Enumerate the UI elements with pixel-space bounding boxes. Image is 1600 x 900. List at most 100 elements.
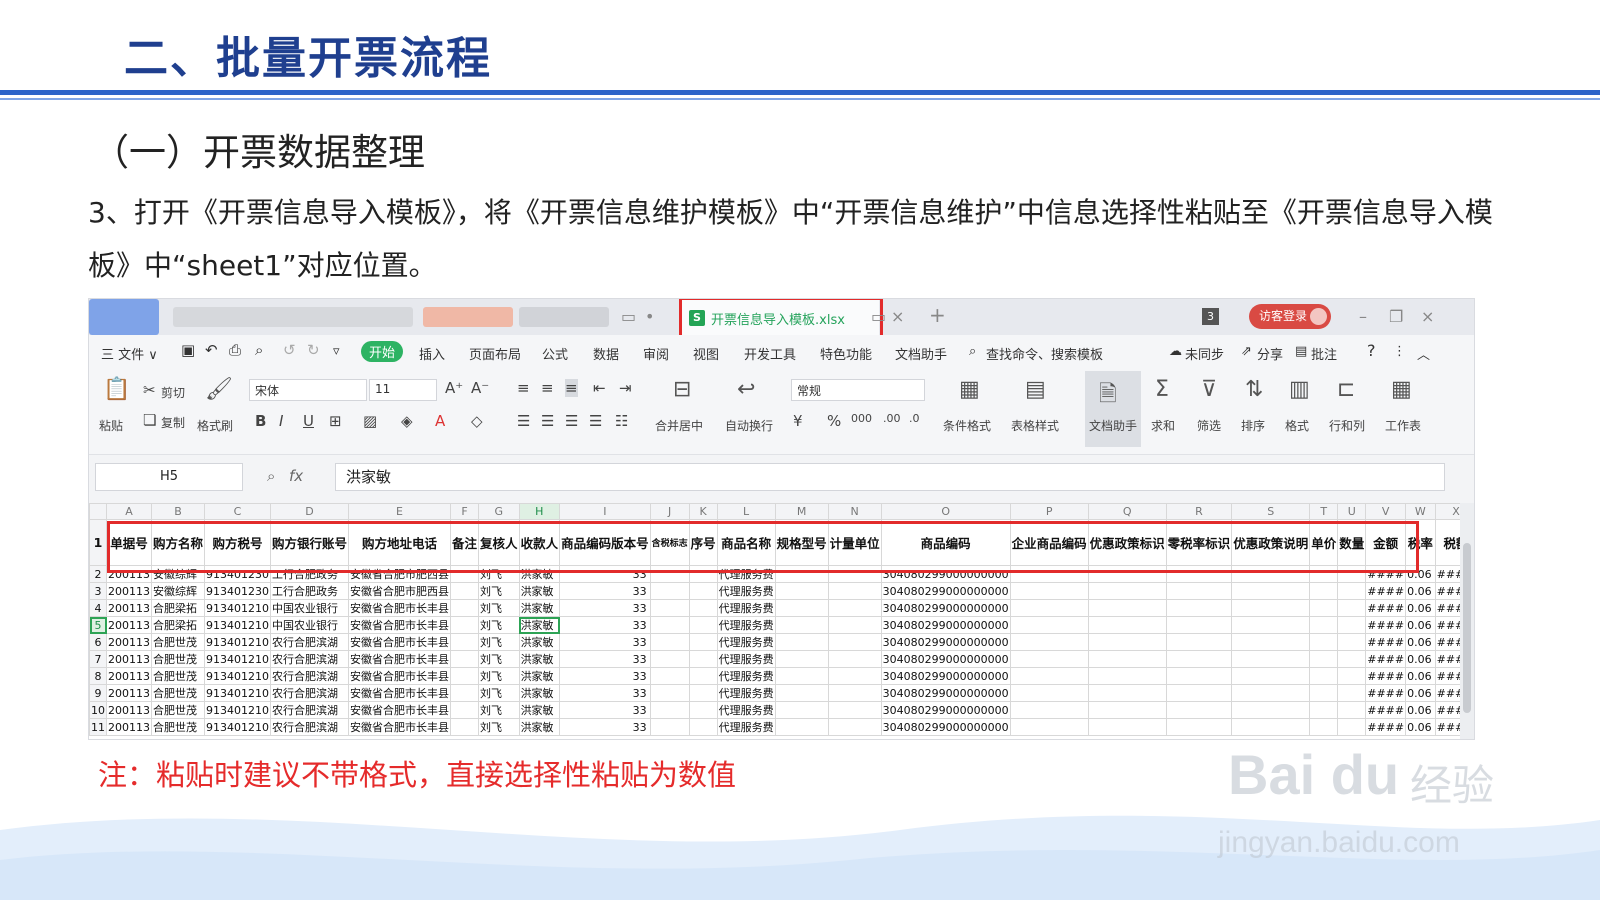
merge-center-icon[interactable]: ⊟ xyxy=(673,377,691,402)
copy-label[interactable]: 复制 xyxy=(161,414,185,431)
data-cell[interactable]: 0.06 xyxy=(1405,718,1436,736)
data-cell[interactable]: 安徽省合肥市长丰县 xyxy=(348,599,452,617)
data-cell[interactable] xyxy=(1009,616,1089,634)
data-cell[interactable] xyxy=(1309,565,1339,583)
data-cell[interactable]: 农行合肥滨湖 xyxy=(270,701,350,719)
format-painter-icon[interactable]: 🖌 xyxy=(205,377,233,402)
column-header-u[interactable]: U xyxy=(1337,503,1367,520)
data-cell[interactable] xyxy=(1337,701,1367,719)
data-cell[interactable] xyxy=(649,616,690,634)
data-cell[interactable]: 913401210 xyxy=(204,633,272,651)
data-cell[interactable]: 913401210 xyxy=(204,684,272,702)
align-left-icon[interactable]: ☰ xyxy=(517,412,530,430)
data-cell[interactable] xyxy=(1165,667,1233,685)
close-tab-icon[interactable]: × xyxy=(891,307,904,326)
data-cell[interactable]: 200113 xyxy=(106,565,152,583)
data-cell[interactable]: 0.06 xyxy=(1405,667,1436,685)
data-cell[interactable]: 913401210 xyxy=(204,718,272,736)
sort-icon[interactable]: ⇅ xyxy=(1245,377,1263,402)
data-cell[interactable]: 913401210 xyxy=(204,667,272,685)
tab-home[interactable]: 开始 xyxy=(361,341,404,362)
data-cell[interactable] xyxy=(1231,718,1311,736)
data-cell[interactable] xyxy=(827,667,882,685)
header-cell[interactable]: 金额 xyxy=(1365,519,1407,566)
row-number[interactable]: 1 xyxy=(89,519,107,566)
column-header-b[interactable]: B xyxy=(150,503,206,520)
data-cell[interactable] xyxy=(688,565,718,583)
data-cell[interactable]: 代理服务费 xyxy=(716,667,776,685)
data-cell[interactable]: 代理服务费 xyxy=(716,582,776,600)
number-format-select[interactable]: 常规 xyxy=(791,379,925,401)
data-cell[interactable]: 安徽省合肥市长丰县 xyxy=(348,701,452,719)
worksheet-icon[interactable]: ▦ xyxy=(1391,377,1412,402)
data-cell[interactable] xyxy=(1087,650,1167,668)
data-cell[interactable]: 安徽省合肥市肥西县 xyxy=(348,565,452,583)
data-cell[interactable]: #### xyxy=(1365,667,1407,685)
data-cell[interactable]: 安徽省合肥市长丰县 xyxy=(348,684,452,702)
filter-icon[interactable]: ⊽ xyxy=(1201,377,1217,402)
data-cell[interactable]: 代理服务费 xyxy=(716,684,776,702)
blurred-tab[interactable] xyxy=(173,307,413,327)
data-cell[interactable]: 刘飞 xyxy=(478,633,520,651)
header-cell[interactable]: 单价 xyxy=(1309,519,1339,566)
data-cell[interactable]: 工行合肥政务 xyxy=(270,565,350,583)
data-cell[interactable]: 洪家敏 xyxy=(518,667,561,685)
data-cell[interactable] xyxy=(774,718,829,736)
sort-label[interactable]: 排序 xyxy=(1241,417,1265,434)
data-cell[interactable] xyxy=(688,582,718,600)
align-right-icon[interactable]: ☰ xyxy=(565,412,578,430)
data-cell[interactable]: 刘飞 xyxy=(478,667,520,685)
data-cell[interactable]: 合肥梁拓 xyxy=(150,616,206,634)
distribute-icon[interactable]: ☷ xyxy=(615,412,628,430)
data-cell[interactable]: 代理服务费 xyxy=(716,616,776,634)
sum-label[interactable]: 求和 xyxy=(1151,417,1175,434)
data-cell[interactable]: 33 xyxy=(559,582,651,600)
data-cell[interactable] xyxy=(1009,667,1089,685)
rows-cols-label[interactable]: 行和列 xyxy=(1329,417,1365,434)
percent-icon[interactable]: % xyxy=(827,412,841,430)
data-cell[interactable]: 200113 xyxy=(106,582,152,600)
data-cell[interactable]: 0.06 xyxy=(1405,616,1436,634)
data-cell[interactable]: 913401230 xyxy=(204,565,272,583)
data-cell[interactable] xyxy=(1165,616,1233,634)
data-cell[interactable] xyxy=(1309,616,1339,634)
data-cell[interactable]: 洪家敏 xyxy=(518,650,561,668)
data-cell[interactable]: 304080299000000000 xyxy=(880,633,1011,651)
print-preview-icon[interactable]: ⌕ xyxy=(255,341,263,359)
data-cell[interactable] xyxy=(649,718,690,736)
data-cell[interactable] xyxy=(1337,650,1367,668)
data-cell[interactable] xyxy=(1009,565,1089,583)
data-cell[interactable]: 200113 xyxy=(106,701,152,719)
undo-icon[interactable]: ↺ xyxy=(283,341,296,359)
data-cell[interactable]: 200113 xyxy=(106,650,152,668)
data-cell[interactable]: 中国农业银行 xyxy=(270,599,350,617)
header-cell[interactable]: 收款人 xyxy=(518,519,561,566)
font-size-select[interactable]: 11 xyxy=(369,379,437,401)
data-cell[interactable]: 工行合肥政务 xyxy=(270,582,350,600)
decrease-decimal-icon[interactable]: .0 xyxy=(909,412,920,425)
header-cell[interactable]: 商品名称 xyxy=(716,519,776,566)
data-cell[interactable] xyxy=(774,565,829,583)
data-cell[interactable] xyxy=(827,565,882,583)
column-header-h[interactable]: H xyxy=(518,503,561,520)
data-cell[interactable]: 合肥世茂 xyxy=(150,718,206,736)
data-cell[interactable]: 33 xyxy=(559,667,651,685)
data-cell[interactable] xyxy=(827,718,882,736)
zoom-search-icon[interactable]: ⌕ xyxy=(267,467,275,485)
data-cell[interactable]: 洪家敏 xyxy=(518,718,561,736)
data-cell[interactable] xyxy=(827,582,882,600)
data-cell[interactable] xyxy=(688,701,718,719)
column-header-j[interactable]: J xyxy=(649,503,690,520)
header-cell[interactable]: 购方地址电话 xyxy=(348,519,452,566)
data-cell[interactable]: 农行合肥滨湖 xyxy=(270,718,350,736)
data-cell[interactable] xyxy=(1231,633,1311,651)
data-cell[interactable]: 0.06 xyxy=(1405,565,1436,583)
data-cell[interactable] xyxy=(1009,718,1089,736)
format-label[interactable]: 格式 xyxy=(1285,417,1309,434)
data-cell[interactable] xyxy=(1309,684,1339,702)
formula-input[interactable]: 洪家敏 xyxy=(335,463,1445,491)
data-cell[interactable] xyxy=(1231,616,1311,634)
data-cell[interactable]: 200113 xyxy=(106,616,152,634)
data-cell[interactable]: 304080299000000000 xyxy=(880,684,1011,702)
column-header-t[interactable]: T xyxy=(1309,503,1339,520)
